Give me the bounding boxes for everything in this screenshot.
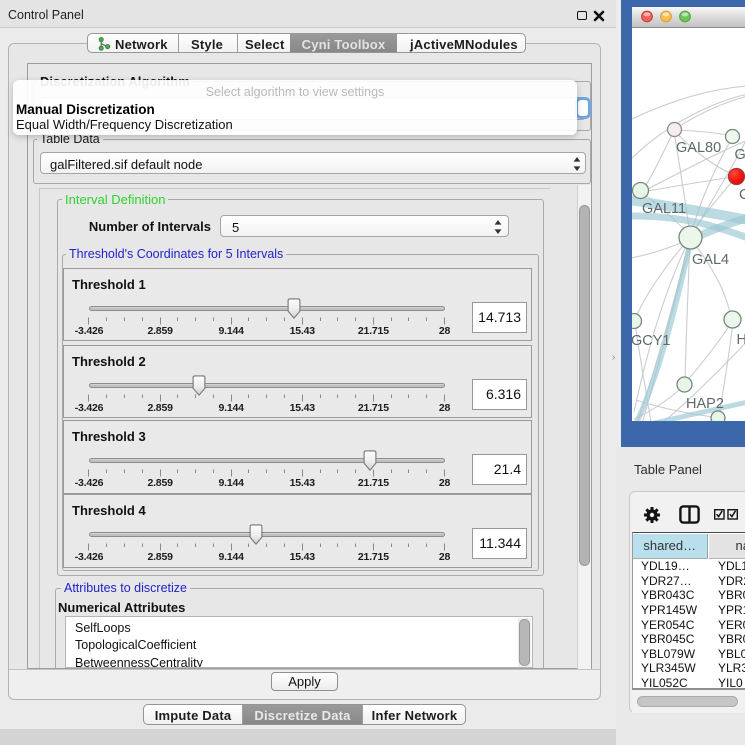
svg-text:GAL11: GAL11 — [642, 201, 686, 217]
svg-text:C: C — [739, 187, 745, 203]
svg-text:HAP2: HAP2 — [686, 396, 724, 412]
svg-text:GAL80: GAL80 — [676, 140, 721, 156]
svg-text:GCY1: GCY1 — [632, 333, 671, 349]
svg-text:GAL4: GAL4 — [692, 252, 729, 268]
svg-text:GA: GA — [735, 147, 745, 163]
svg-text:H: H — [737, 332, 745, 348]
